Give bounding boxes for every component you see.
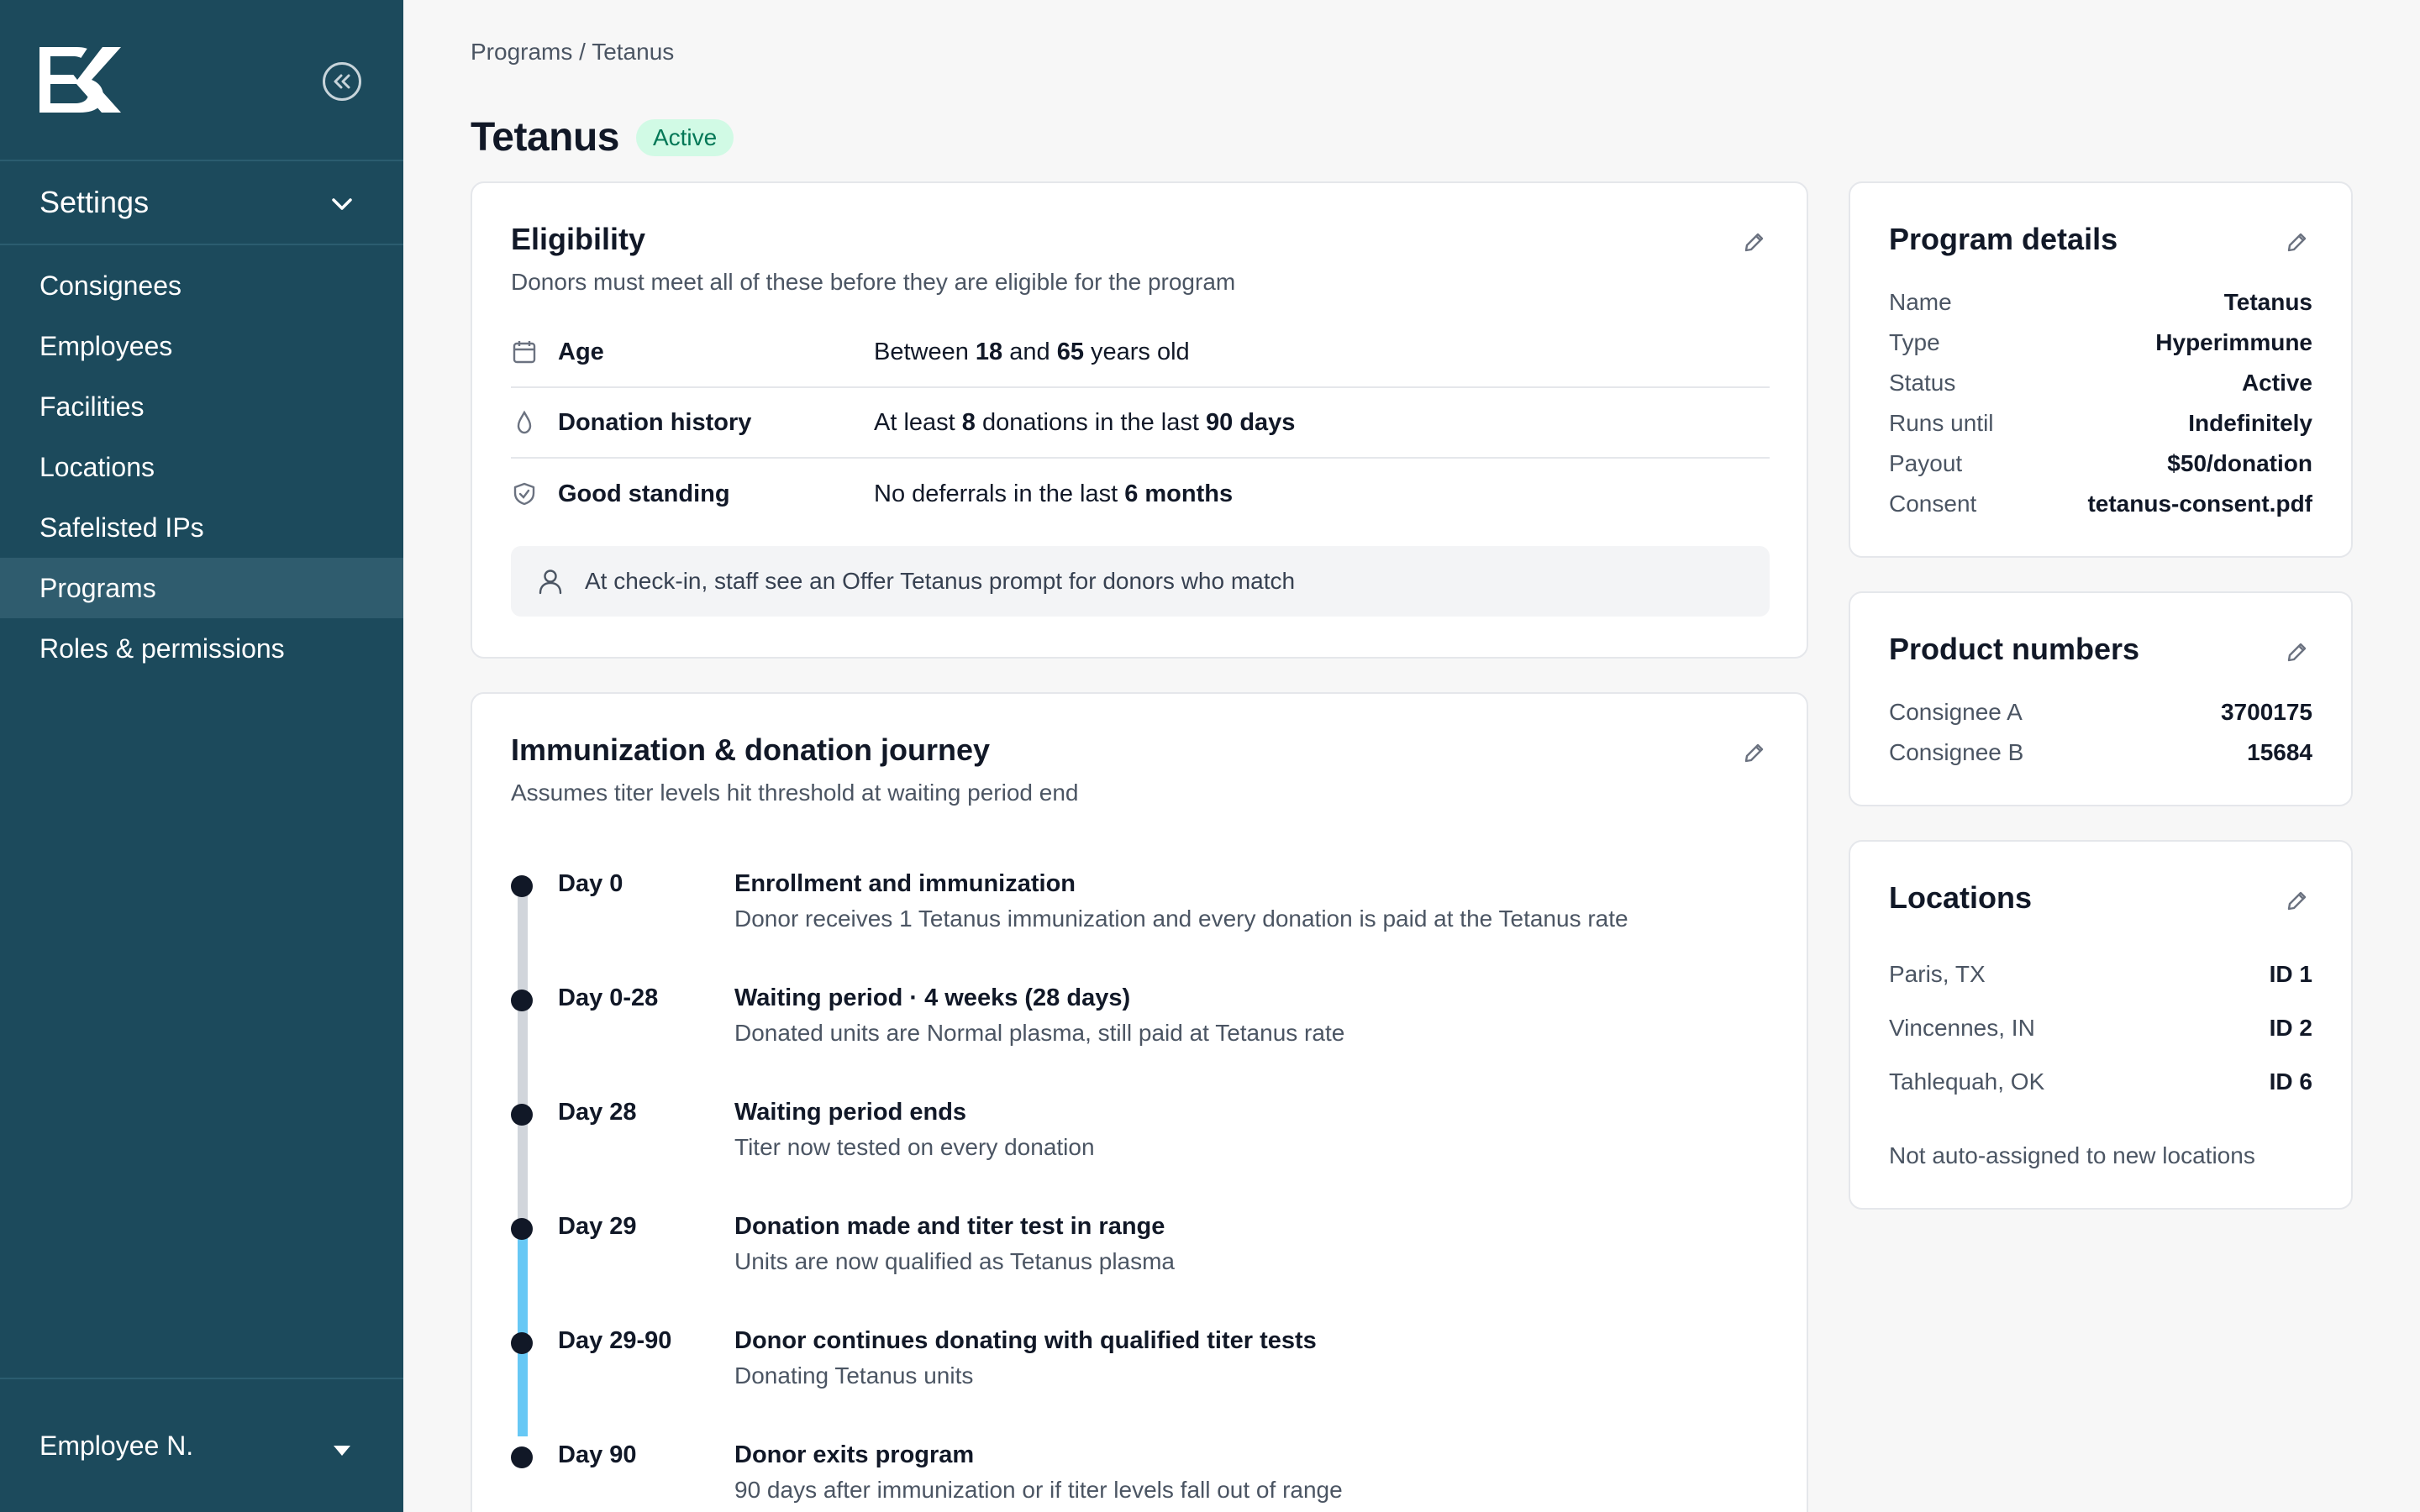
user-menu[interactable]: Employee N. <box>0 1378 403 1512</box>
sidebar-item-consignees[interactable]: Consignees <box>0 255 403 316</box>
location-row: Vincennes, IN ID 2 <box>1889 1015 2312 1041</box>
product-numbers-card: Product numbers Consignee A 3700175 Consi… <box>1849 591 2353 806</box>
timeline-step: Day 90 Donor exits program 90 days after… <box>511 1438 1771 1512</box>
step-day: Day 29 <box>558 1213 637 1240</box>
settings-dropdown[interactable]: Settings <box>0 161 403 245</box>
user-name: Employee N. <box>39 1430 194 1461</box>
step-day: Day 28 <box>558 1099 637 1126</box>
detail-row-status: Status Active <box>1889 370 2312 396</box>
step-description: Donating Tetanus units <box>734 1362 974 1389</box>
timeline-dot <box>511 990 533 1011</box>
droplet-icon <box>511 409 538 436</box>
detail-row-name: Name Tetanus <box>1889 289 2312 315</box>
user-icon <box>539 570 562 595</box>
breadcrumb[interactable]: Programs / Tetanus <box>471 39 674 66</box>
sidebar-item-safelisted-ips[interactable]: Safelisted IPs <box>0 497 403 558</box>
location-row: Paris, TX ID 1 <box>1889 961 2312 987</box>
sidebar-item-roles-permissions[interactable]: Roles & permissions <box>0 618 403 679</box>
step-title: Waiting period · 4 weeks (28 days) <box>734 984 1131 1011</box>
eligibility-title: Eligibility <box>511 222 646 256</box>
edit-products-icon[interactable] <box>2286 640 2309 664</box>
eligibility-name: Age <box>558 338 604 365</box>
journey-subtitle: Assumes titer levels hit threshold at wa… <box>511 780 1079 806</box>
step-title: Donor continues donating with qualified … <box>734 1327 1317 1354</box>
locations-card: Locations Paris, TX ID 1 Vincennes, IN ID … <box>1849 840 2353 1210</box>
eligibility-card: Eligibility Donors must meet all of thes… <box>471 181 1808 659</box>
sidebar-item-facilities[interactable]: Facilities <box>0 376 403 437</box>
step-description: Donor receives 1 Tetanus immunization an… <box>734 906 1628 932</box>
detail-row-type: Type Hyperimmune <box>1889 329 2312 355</box>
program-details-title: Program details <box>1889 222 2118 256</box>
sidebar-header <box>0 0 403 161</box>
timeline-step: Day 29-90 Donor continues donating with … <box>511 1324 1771 1408</box>
edit-details-icon[interactable] <box>2286 230 2309 254</box>
timeline-dot <box>511 1218 533 1240</box>
page-header: Tetanus Active <box>471 114 734 160</box>
program-details-card: Program details Name Tetanus Type Hyperimm… <box>1849 181 2353 558</box>
eligibility-row-donation-history: Donation history At least 8 donations in… <box>511 388 1770 459</box>
detail-row-consent: Consent tetanus-consent.pdf <box>1889 491 2312 517</box>
eligibility-value: No deferrals in the last 6 months <box>874 480 1234 507</box>
brand-logo[interactable] <box>39 47 121 113</box>
product-numbers-title: Product numbers <box>1889 632 2140 666</box>
sidebar: Settings Consignees Employees Facilities… <box>0 0 403 1512</box>
product-row: Consignee B 15684 <box>1889 739 2312 765</box>
timeline-dot <box>511 1332 533 1354</box>
location-row: Tahlequah, OK ID 6 <box>1889 1068 2312 1095</box>
timeline-step: Day 0 Enrollment and immunization Donor … <box>511 867 1771 951</box>
step-title: Waiting period ends <box>734 1099 967 1126</box>
eligibility-name: Good standing <box>558 480 730 507</box>
timeline-step: Day 28 Waiting period ends Titer now tes… <box>511 1095 1771 1179</box>
settings-label: Settings <box>39 185 150 219</box>
caret-down-icon <box>334 1446 350 1456</box>
consent-file-link[interactable]: tetanus-consent.pdf <box>2087 491 2312 517</box>
page-title: Tetanus <box>471 115 619 160</box>
checkin-note-text: At check-in, staff see an Offer Tetanus … <box>585 568 1296 594</box>
detail-row-payout: Payout $50/donation <box>1889 450 2312 476</box>
timeline-step: Day 29 Donation made and titer test in r… <box>511 1210 1771 1294</box>
step-title: Enrollment and immunization <box>734 870 1076 897</box>
checkin-note: At check-in, staff see an Offer Tetanus … <box>511 546 1770 617</box>
sidebar-item-locations[interactable]: Locations <box>0 437 403 497</box>
eligibility-row-age: Age Between 18 and 65 years old <box>511 318 1770 388</box>
step-description: 90 days after immunization or if titer l… <box>734 1477 1343 1503</box>
chevron-down-icon <box>332 198 352 210</box>
edit-locations-icon[interactable] <box>2286 889 2309 912</box>
timeline-dot <box>511 875 533 897</box>
locations-note: Not auto-assigned to new locations <box>1889 1142 2255 1168</box>
calendar-icon <box>511 339 538 365</box>
edit-eligibility-icon[interactable] <box>1743 230 1766 254</box>
journey-card: Immunization & donation journey Assumes … <box>471 692 1808 1512</box>
eligibility-subtitle: Donors must meet all of these before the… <box>511 269 1236 295</box>
timeline-dot <box>511 1446 533 1468</box>
step-day: Day 0-28 <box>558 984 659 1011</box>
step-day: Day 90 <box>558 1441 637 1468</box>
sidebar-item-programs[interactable]: Programs <box>0 558 403 618</box>
sidebar-nav: Consignees Employees Facilities Location… <box>0 255 403 679</box>
step-description: Donated units are Normal plasma, still p… <box>734 1020 1345 1046</box>
edit-journey-icon[interactable] <box>1743 741 1766 764</box>
shield-check-icon <box>511 480 538 507</box>
step-title: Donation made and titer test in range <box>734 1213 1165 1240</box>
step-day: Day 0 <box>558 870 623 897</box>
eligibility-value: Between 18 and 65 years old <box>874 338 1190 365</box>
journey-title: Immunization & donation journey <box>511 732 990 767</box>
eligibility-name: Donation history <box>558 408 752 436</box>
locations-title: Locations <box>1889 880 2033 915</box>
eligibility-row-good-standing: Good standing No deferrals in the last 6… <box>511 459 1770 529</box>
timeline-step: Day 0-28 Waiting period · 4 weeks (28 da… <box>511 981 1771 1065</box>
product-row: Consignee A 3700175 <box>1889 699 2312 725</box>
detail-row-runs-until: Runs until Indefinitely <box>1889 410 2312 436</box>
step-description: Titer now tested on every donation <box>734 1134 1095 1160</box>
eligibility-value: At least 8 donations in the last 90 days <box>874 408 1296 436</box>
collapse-sidebar-button[interactable] <box>323 62 361 101</box>
double-chevron-left-icon <box>334 74 350 89</box>
timeline-dot <box>511 1104 533 1126</box>
status-badge: Active <box>635 118 734 156</box>
sidebar-item-employees[interactable]: Employees <box>0 316 403 376</box>
step-day: Day 29-90 <box>558 1327 672 1354</box>
step-title: Donor exits program <box>734 1441 975 1468</box>
step-description: Units are now qualified as Tetanus plasm… <box>734 1248 1176 1274</box>
